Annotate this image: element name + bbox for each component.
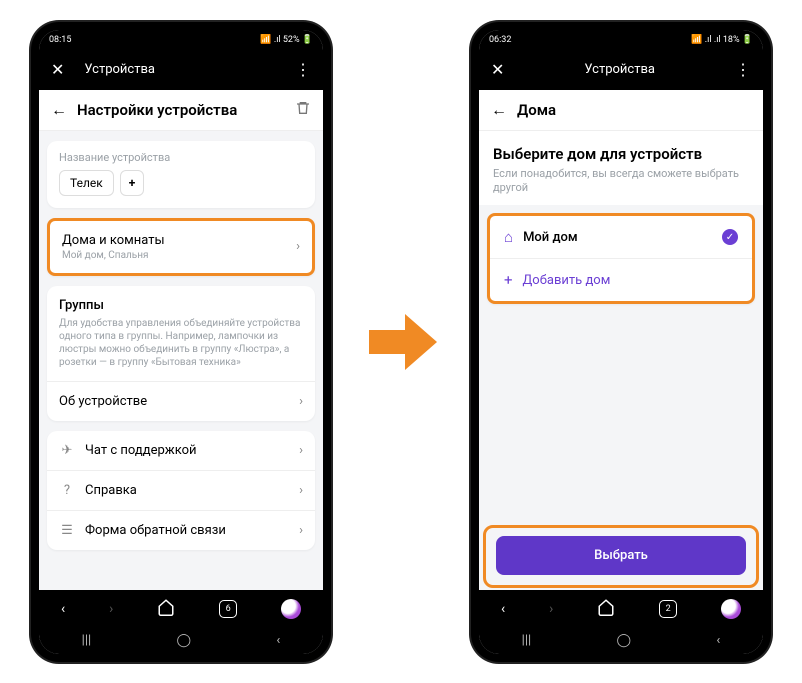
close-icon[interactable]: ✕ xyxy=(51,60,64,79)
device-name-card: Название устройства Телек + xyxy=(47,141,315,208)
screen-right: 06:32 📶 .ıl .ıl 18% 🔋 ✕ Устройства ⋮ ← Д… xyxy=(479,30,763,654)
homes-rooms-label: Дома и комнаты Мой дом, Спальня xyxy=(62,233,286,261)
selector-title: Выберите дом для устройств xyxy=(479,131,763,167)
phone-left: 08:15 📶 .ıl 52% 🔋 ✕ Устройства ⋮ ← Настр… xyxy=(31,22,331,662)
home-icon[interactable] xyxy=(597,598,615,620)
page-title: Дома xyxy=(517,101,751,119)
home-option[interactable]: ⌂ Мой дом ✓ xyxy=(490,216,752,258)
chevron-right-icon: › xyxy=(299,443,303,458)
about-row[interactable]: Об устройстве › xyxy=(47,381,315,421)
back-icon[interactable]: ← xyxy=(51,100,67,120)
feedback-row[interactable]: ☰ Форма обратной связи › xyxy=(47,510,315,550)
trash-icon[interactable] xyxy=(295,100,311,120)
more-icon[interactable]: ⋮ xyxy=(295,60,311,79)
screen-left: 08:15 📶 .ıl 52% 🔋 ✕ Устройства ⋮ ← Настр… xyxy=(39,30,323,654)
selector-intro: Выберите дом для устройств Если понадоби… xyxy=(479,131,763,206)
form-icon: ☰ xyxy=(59,523,75,538)
homes-list-card: ⌂ Мой дом ✓ + Добавить дом xyxy=(487,213,755,304)
appbar-title: Устройства xyxy=(64,62,295,77)
add-device-name-button[interactable]: + xyxy=(120,170,145,196)
chevron-right-icon: › xyxy=(299,394,303,409)
tabs-button[interactable]: 2 xyxy=(659,600,677,618)
page-title: Настройки устройства xyxy=(77,101,285,119)
status-bar: 06:32 📶 .ıl .ıl 18% 🔋 xyxy=(479,30,763,50)
status-right: 📶 .ıl 52% 🔋 xyxy=(260,35,313,45)
more-icon[interactable]: ⋮ xyxy=(735,60,751,79)
recents-button[interactable]: ||| xyxy=(82,633,92,648)
chip-row: Телек + xyxy=(47,170,315,208)
content-left: ← Настройки устройства Название устройст… xyxy=(39,90,323,590)
add-home-label: Добавить дом xyxy=(523,273,611,288)
support-card: ✈ Чат с поддержкой › ? Справка › ☰ Форма… xyxy=(47,431,315,550)
groups-row[interactable]: Группы xyxy=(47,286,315,313)
page-header: ← Дома xyxy=(479,90,763,131)
add-home-row[interactable]: + Добавить дом xyxy=(490,258,752,301)
appbar-title: Устройства xyxy=(504,62,735,77)
device-name-chip[interactable]: Телек xyxy=(59,170,114,196)
nav-forward-icon[interactable]: › xyxy=(549,601,553,617)
home-name: Мой дом xyxy=(523,230,712,245)
assistant-icon[interactable] xyxy=(721,599,741,619)
system-nav: ||| ◯ ‹ xyxy=(39,628,323,654)
app-bar: ✕ Устройства ⋮ xyxy=(479,50,763,90)
nav-back-icon[interactable]: ‹ xyxy=(61,601,65,617)
back-icon[interactable]: ← xyxy=(491,100,507,120)
home-icon[interactable] xyxy=(157,598,175,620)
browser-bar: ‹ › 2 xyxy=(479,590,763,628)
chat-support-row[interactable]: ✈ Чат с поддержкой › xyxy=(47,431,315,470)
select-button[interactable]: Выбрать xyxy=(496,536,746,575)
chevron-right-icon: › xyxy=(299,523,303,538)
home-button[interactable]: ◯ xyxy=(177,633,192,648)
status-time: 06:32 xyxy=(489,35,511,45)
groups-card: Группы Для удобства управления объединяй… xyxy=(47,286,315,421)
nav-back-icon[interactable]: ‹ xyxy=(501,601,505,617)
browser-bar: ‹ › 6 xyxy=(39,590,323,628)
plus-icon: + xyxy=(504,271,513,289)
spacer xyxy=(479,312,763,524)
close-icon[interactable]: ✕ xyxy=(491,60,504,79)
help-row[interactable]: ? Справка › xyxy=(47,470,315,510)
nav-forward-icon[interactable]: › xyxy=(109,601,113,617)
page-header: ← Настройки устройства xyxy=(39,90,323,131)
back-button[interactable]: ‹ xyxy=(276,633,280,648)
home-button[interactable]: ◯ xyxy=(617,633,632,648)
status-time: 08:15 xyxy=(49,35,71,45)
tabs-button[interactable]: 6 xyxy=(219,600,237,618)
chat-icon: ✈ xyxy=(59,443,75,458)
status-bar: 08:15 📶 .ıl 52% 🔋 xyxy=(39,30,323,50)
arrow-icon xyxy=(361,302,441,382)
select-button-highlight: Выбрать xyxy=(483,525,759,588)
system-nav: ||| ◯ ‹ xyxy=(479,628,763,654)
house-icon: ⌂ xyxy=(504,228,513,246)
chevron-right-icon: › xyxy=(296,239,300,254)
recents-button[interactable]: ||| xyxy=(522,633,532,648)
phone-right: 06:32 📶 .ıl .ıl 18% 🔋 ✕ Устройства ⋮ ← Д… xyxy=(471,22,771,662)
back-button[interactable]: ‹ xyxy=(716,633,720,648)
assistant-icon[interactable] xyxy=(281,599,301,619)
app-bar: ✕ Устройства ⋮ xyxy=(39,50,323,90)
chevron-right-icon: › xyxy=(299,483,303,498)
groups-desc: Для удобства управления объединяйте устр… xyxy=(47,313,315,381)
check-icon: ✓ xyxy=(722,229,738,245)
selector-sub: Если понадобится, вы всегда сможете выбр… xyxy=(479,167,763,206)
content-right: ← Дома Выберите дом для устройств Если п… xyxy=(479,90,763,590)
homes-rooms-row[interactable]: Дома и комнаты Мой дом, Спальня › xyxy=(47,218,315,276)
help-icon: ? xyxy=(59,483,75,498)
device-name-label: Название устройства xyxy=(47,141,315,170)
status-right: 📶 .ıl .ıl 18% 🔋 xyxy=(691,35,753,45)
